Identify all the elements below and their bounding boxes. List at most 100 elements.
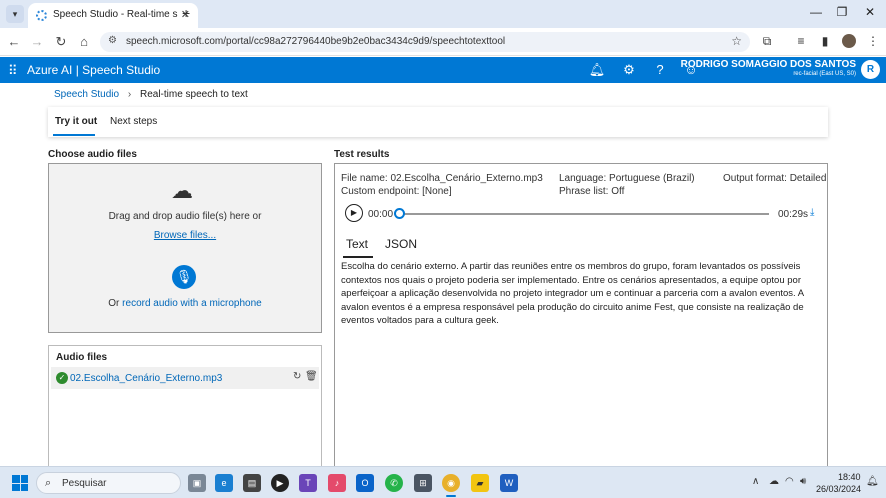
record-audio-link[interactable]: record audio with a microphone <box>122 298 262 309</box>
forward-arrow-icon[interactable]: → <box>28 34 46 49</box>
reload-icon[interactable]: ↻ <box>52 34 70 50</box>
record-instructions: Or record audio with a microphone <box>49 298 321 309</box>
play-button[interactable]: ▶ <box>345 204 363 222</box>
tab-json[interactable]: JSON <box>385 237 417 251</box>
chevron-right-icon: › <box>127 89 132 100</box>
cloud-upload-icon: ☁ <box>171 178 193 203</box>
calculator-icon[interactable]: ⊞ <box>414 474 432 492</box>
result-file-name: File name: 02.Escolha_Cenário_Externo.mp… <box>341 173 543 184</box>
address-bar: ← → ↻ ⌂ ⚙ speech.microsoft.com/portal/cc… <box>0 28 886 56</box>
reprocess-icon[interactable]: ↻ <box>293 371 301 382</box>
browser-profile-avatar[interactable] <box>842 34 856 48</box>
browser-menu-icon[interactable]: ⋮ <box>864 34 882 48</box>
wifi-icon[interactable]: ◠ <box>785 476 794 487</box>
notification-bell-icon[interactable]: 🔔︎ <box>866 476 879 487</box>
active-app-indicator <box>446 495 456 497</box>
tab-text[interactable]: Text <box>346 237 368 251</box>
microphone-button[interactable]: 🎙︎ <box>172 265 196 289</box>
app-launcher-icon[interactable]: ⠿ <box>8 63 18 79</box>
extensions-icon[interactable]: ⧉ <box>758 34 776 49</box>
notifications-bell-icon[interactable]: 🔔︎ <box>588 62 606 78</box>
time-duration: 00:29s <box>778 209 809 220</box>
url-field[interactable]: ⚙ speech.microsoft.com/portal/cc98a27279… <box>100 32 750 52</box>
taskbar-search[interactable]: ⌕ Pesquisar <box>36 472 181 494</box>
time-current: 00:00 <box>368 209 394 220</box>
record-prefix: Or <box>108 298 120 309</box>
media-player-icon[interactable]: ▶ <box>271 474 289 492</box>
home-icon[interactable]: ⌂ <box>75 34 93 49</box>
result-language: Language: Portuguese (Brazil) <box>559 173 695 184</box>
media-control-icon[interactable]: ≡ <box>792 34 810 48</box>
clock-date[interactable]: 26/03/2024 <box>816 484 861 494</box>
search-placeholder: Pesquisar <box>62 478 107 489</box>
tab-title: Speech Studio - Real-time speech <box>53 9 178 20</box>
task-view-icon[interactable]: ▣ <box>188 474 206 492</box>
tab-try-it-out[interactable]: Try it out <box>55 116 97 127</box>
tray-chevron-up-icon[interactable]: ∧ <box>752 476 759 487</box>
drop-instructions: Drag and drop audio file(s) here or <box>108 211 262 222</box>
audio-seek-track[interactable] <box>399 213 769 215</box>
sticky-notes-icon[interactable]: ▰ <box>471 474 489 492</box>
list-item[interactable]: ✓ 02.Escolha_Cenário_Externo.mp3 ↻ 🗑︎ <box>51 367 319 389</box>
delete-trash-icon[interactable]: 🗑︎ <box>305 371 318 382</box>
transcript-text: Escolha do cenário externo. A partir das… <box>341 261 804 326</box>
play-icon: ▶ <box>350 208 358 217</box>
site-info-icon[interactable]: ⚙ <box>108 35 117 46</box>
new-tab-plus-icon[interactable]: + <box>182 5 190 21</box>
settings-gear-icon[interactable]: ⚙ <box>620 62 638 78</box>
seek-handle[interactable] <box>394 208 405 219</box>
breadcrumb: Speech Studio › Real-time speech to text <box>54 89 248 100</box>
audio-drop-zone[interactable]: ☁ Drag and drop audio file(s) here or Br… <box>48 163 322 333</box>
edge-icon[interactable]: e <box>215 474 233 492</box>
clock-time[interactable]: 18:40 <box>838 472 861 482</box>
active-result-tab-underline <box>343 256 373 258</box>
browse-files-link[interactable]: Browse files... <box>49 230 321 241</box>
teams-icon[interactable]: T <box>299 474 317 492</box>
window-close-icon[interactable]: ✕ <box>860 5 880 19</box>
user-resource: rec-facial (East US, S0) <box>793 71 856 77</box>
azure-header: ⠿ Azure AI | Speech Studio 🔔︎ ⚙ ? ☺ RODR… <box>0 57 886 83</box>
browser-tab[interactable]: Speech Studio - Real-time speech ✕ <box>28 3 198 28</box>
user-avatar[interactable]: R <box>861 60 880 79</box>
back-arrow-icon[interactable]: ← <box>5 34 23 49</box>
outlook-icon[interactable]: O <box>356 474 374 492</box>
success-check-icon: ✓ <box>56 372 68 384</box>
choose-audio-label: Choose audio files <box>48 149 137 160</box>
whatsapp-icon[interactable]: ✆ <box>385 474 403 492</box>
tab-next-steps[interactable]: Next steps <box>110 116 157 127</box>
cloud-tray-icon[interactable]: ☁ <box>769 476 779 487</box>
audio-files-panel: Audio files ✓ 02.Escolha_Cenário_Externo… <box>48 345 322 470</box>
user-name[interactable]: RODRIGO SOMAGGIO DOS SANTOS <box>681 59 856 70</box>
breadcrumb-speech-studio[interactable]: Speech Studio <box>54 89 119 100</box>
windows-start-icon[interactable] <box>12 475 28 491</box>
download-icon[interactable]: ⤓ <box>810 207 814 218</box>
music-icon[interactable]: ♪ <box>328 474 346 492</box>
page-tabs: Try it out Next steps <box>48 107 828 137</box>
url-text: speech.microsoft.com/portal/cc98a2727964… <box>126 36 506 47</box>
help-question-icon[interactable]: ? <box>651 62 669 77</box>
bookmark-star-icon[interactable]: ☆ <box>731 34 742 48</box>
side-panel-icon[interactable]: ▮ <box>816 34 834 48</box>
audio-file-name[interactable]: 02.Escolha_Cenário_Externo.mp3 <box>70 373 222 384</box>
browser-tab-bar: ▾ Speech Studio - Real-time speech ✕ + —… <box>0 0 886 28</box>
minimize-icon[interactable]: — <box>806 5 826 19</box>
speech-studio-favicon-icon <box>36 10 47 21</box>
word-icon[interactable]: W <box>500 474 518 492</box>
microphone-icon: 🎙︎ <box>175 269 193 284</box>
breadcrumb-current: Real-time speech to text <box>139 89 248 100</box>
tab-list-chevron-icon[interactable]: ▾ <box>6 5 24 23</box>
search-icon: ⌕ <box>45 477 52 489</box>
active-tab-underline <box>53 134 95 136</box>
volume-icon[interactable]: 🔊︎ <box>800 476 806 487</box>
brand-title[interactable]: Azure AI | Speech Studio <box>27 63 160 77</box>
audio-files-title: Audio files <box>56 352 108 363</box>
test-results-label: Test results <box>334 149 390 160</box>
test-results-panel: File name: 02.Escolha_Cenário_Externo.mp… <box>334 163 828 473</box>
windows-taskbar: ⌕ Pesquisar ▣ e ▤ ▶ T ♪ O ✆ ⊞ ◉ ▰ W ∧ ☁ … <box>0 466 886 498</box>
restore-icon[interactable]: ❐ <box>832 5 852 19</box>
chrome-icon[interactable]: ◉ <box>442 474 460 492</box>
result-custom-endpoint: Custom endpoint: [None] <box>341 186 452 197</box>
file-explorer-icon[interactable]: ▤ <box>243 474 261 492</box>
result-output-format: Output format: Detailed <box>723 173 827 184</box>
result-phrase-list: Phrase list: Off <box>559 186 625 197</box>
